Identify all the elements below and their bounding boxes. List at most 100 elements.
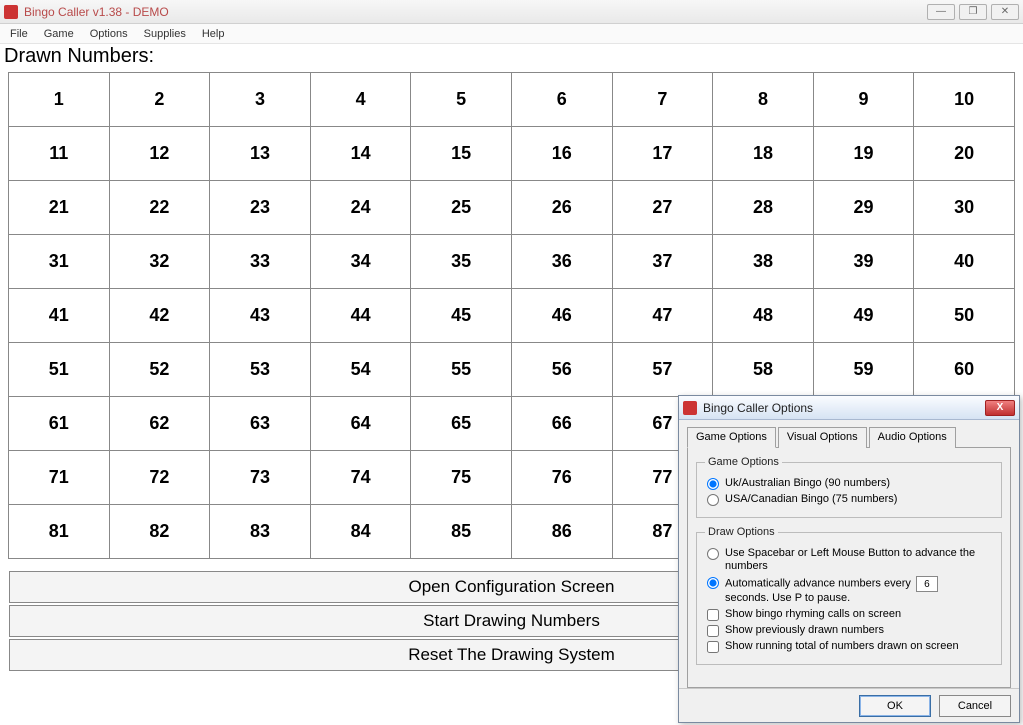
number-cell-33[interactable]: 33 [210,235,311,289]
number-cell-82[interactable]: 82 [109,505,210,559]
number-cell-48[interactable]: 48 [713,289,814,343]
number-cell-59[interactable]: 59 [813,343,914,397]
number-cell-28[interactable]: 28 [713,181,814,235]
number-cell-35[interactable]: 35 [411,235,512,289]
number-cell-66[interactable]: 66 [511,397,612,451]
number-cell-73[interactable]: 73 [210,451,311,505]
number-cell-21[interactable]: 21 [9,181,110,235]
number-cell-47[interactable]: 47 [612,289,713,343]
menu-game[interactable]: Game [36,26,82,42]
number-cell-39[interactable]: 39 [813,235,914,289]
number-cell-1[interactable]: 1 [9,73,110,127]
radio-auto-advance[interactable] [707,577,719,589]
number-cell-58[interactable]: 58 [713,343,814,397]
number-cell-13[interactable]: 13 [210,127,311,181]
number-cell-18[interactable]: 18 [713,127,814,181]
number-cell-29[interactable]: 29 [813,181,914,235]
number-cell-34[interactable]: 34 [310,235,411,289]
number-cell-52[interactable]: 52 [109,343,210,397]
number-cell-42[interactable]: 42 [109,289,210,343]
number-cell-62[interactable]: 62 [109,397,210,451]
number-cell-19[interactable]: 19 [813,127,914,181]
number-cell-86[interactable]: 86 [511,505,612,559]
number-cell-31[interactable]: 31 [9,235,110,289]
number-cell-54[interactable]: 54 [310,343,411,397]
number-cell-75[interactable]: 75 [411,451,512,505]
number-cell-76[interactable]: 76 [511,451,612,505]
number-cell-51[interactable]: 51 [9,343,110,397]
number-cell-4[interactable]: 4 [310,73,411,127]
number-cell-83[interactable]: 83 [210,505,311,559]
number-cell-22[interactable]: 22 [109,181,210,235]
number-cell-27[interactable]: 27 [612,181,713,235]
number-cell-30[interactable]: 30 [914,181,1015,235]
cancel-button[interactable]: Cancel [939,695,1011,717]
tab-game-options[interactable]: Game Options [687,427,776,448]
number-cell-8[interactable]: 8 [713,73,814,127]
radio-usa-bingo[interactable] [707,494,719,506]
menu-supplies[interactable]: Supplies [136,26,194,42]
number-cell-12[interactable]: 12 [109,127,210,181]
number-cell-55[interactable]: 55 [411,343,512,397]
number-cell-85[interactable]: 85 [411,505,512,559]
checkbox-show-rhyming[interactable] [707,609,719,621]
number-cell-56[interactable]: 56 [511,343,612,397]
number-cell-7[interactable]: 7 [612,73,713,127]
number-cell-11[interactable]: 11 [9,127,110,181]
number-cell-40[interactable]: 40 [914,235,1015,289]
ok-button[interactable]: OK [859,695,931,717]
menu-options[interactable]: Options [82,26,136,42]
radio-spacebar-advance[interactable] [707,548,719,560]
menu-help[interactable]: Help [194,26,233,42]
number-cell-72[interactable]: 72 [109,451,210,505]
number-cell-2[interactable]: 2 [109,73,210,127]
number-cell-24[interactable]: 24 [310,181,411,235]
number-cell-17[interactable]: 17 [612,127,713,181]
tab-visual-options[interactable]: Visual Options [778,427,867,448]
number-cell-84[interactable]: 84 [310,505,411,559]
number-cell-45[interactable]: 45 [411,289,512,343]
number-cell-5[interactable]: 5 [411,73,512,127]
number-cell-71[interactable]: 71 [9,451,110,505]
number-cell-36[interactable]: 36 [511,235,612,289]
number-cell-44[interactable]: 44 [310,289,411,343]
number-cell-53[interactable]: 53 [210,343,311,397]
number-cell-3[interactable]: 3 [210,73,311,127]
number-cell-32[interactable]: 32 [109,235,210,289]
number-cell-65[interactable]: 65 [411,397,512,451]
number-cell-25[interactable]: 25 [411,181,512,235]
auto-advance-seconds-input[interactable] [916,576,938,592]
number-cell-14[interactable]: 14 [310,127,411,181]
number-cell-26[interactable]: 26 [511,181,612,235]
number-cell-37[interactable]: 37 [612,235,713,289]
number-cell-23[interactable]: 23 [210,181,311,235]
number-cell-9[interactable]: 9 [813,73,914,127]
number-cell-20[interactable]: 20 [914,127,1015,181]
number-cell-41[interactable]: 41 [9,289,110,343]
number-cell-74[interactable]: 74 [310,451,411,505]
dialog-close-button[interactable]: X [985,400,1015,416]
checkbox-show-total[interactable] [707,641,719,653]
number-cell-10[interactable]: 10 [914,73,1015,127]
number-cell-81[interactable]: 81 [9,505,110,559]
number-cell-61[interactable]: 61 [9,397,110,451]
number-cell-60[interactable]: 60 [914,343,1015,397]
number-cell-50[interactable]: 50 [914,289,1015,343]
maximize-button[interactable]: ❐ [959,4,987,20]
radio-uk-bingo[interactable] [707,478,719,490]
number-cell-63[interactable]: 63 [210,397,311,451]
checkbox-show-previous[interactable] [707,625,719,637]
number-cell-6[interactable]: 6 [511,73,612,127]
close-button[interactable]: ✕ [991,4,1019,20]
number-cell-16[interactable]: 16 [511,127,612,181]
number-cell-43[interactable]: 43 [210,289,311,343]
number-cell-46[interactable]: 46 [511,289,612,343]
menu-file[interactable]: File [2,26,36,42]
tab-audio-options[interactable]: Audio Options [869,427,956,448]
number-cell-49[interactable]: 49 [813,289,914,343]
number-cell-64[interactable]: 64 [310,397,411,451]
number-cell-15[interactable]: 15 [411,127,512,181]
number-cell-57[interactable]: 57 [612,343,713,397]
minimize-button[interactable]: — [927,4,955,20]
number-cell-38[interactable]: 38 [713,235,814,289]
